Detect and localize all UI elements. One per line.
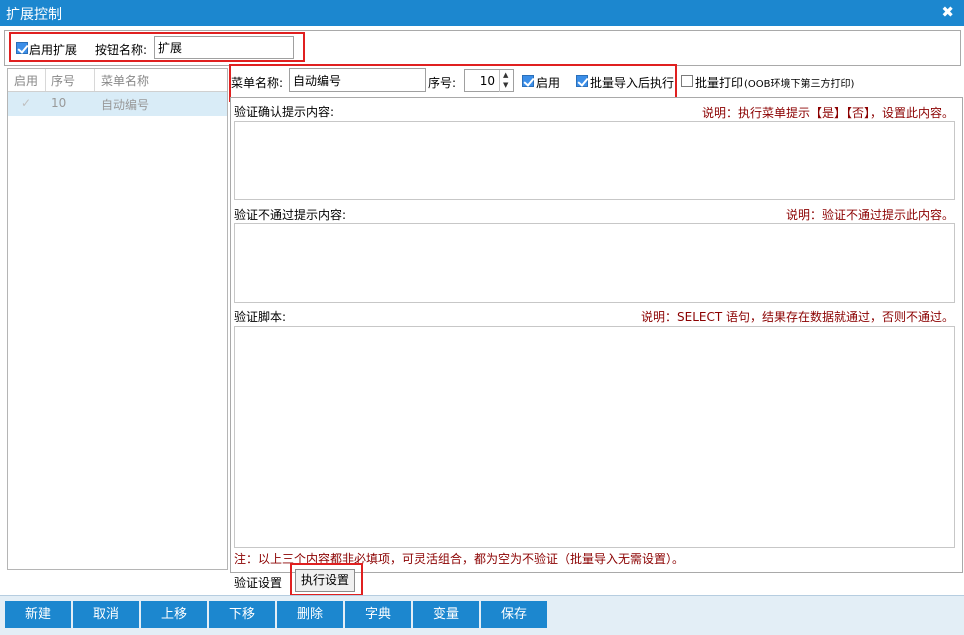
dictionary-button[interactable]: 字典 — [345, 601, 411, 628]
seq-stepper[interactable]: 10 ▲ ▼ — [464, 69, 514, 92]
cancel-button[interactable]: 取消 — [73, 601, 139, 628]
menu-list-header: 启用 序号 菜单名称 — [8, 69, 227, 92]
move-up-button[interactable]: 上移 — [141, 601, 207, 628]
tab-execute-settings[interactable]: 执行设置 — [295, 569, 355, 592]
verify-script-note: 说明：SELECT 语句，结果存在数据就通过，否则不通过。 — [641, 310, 954, 324]
enable-extension-label: 启用扩展 — [29, 43, 78, 57]
confirm-prompt-note: 说明：执行菜单提示【是】【否】，设置此内容。 — [701, 106, 954, 120]
enable-menu-checkbox[interactable] — [522, 75, 534, 87]
variable-button[interactable]: 变量 — [413, 601, 479, 628]
enable-menu-label: 启用 — [536, 76, 561, 90]
batch-print-checkbox[interactable] — [681, 75, 693, 87]
menu-name-label: 菜单名称: — [231, 76, 284, 90]
verify-settings-panel: 验证确认提示内容: 说明：执行菜单提示【是】【否】，设置此内容。 验证不通过提示… — [230, 97, 963, 573]
bottom-toolbar: 新建 取消 上移 下移 删除 字典 变量 保存 — [0, 595, 964, 635]
save-button[interactable]: 保存 — [481, 601, 547, 628]
new-button[interactable]: 新建 — [5, 601, 71, 628]
seq-spinner[interactable]: ▲ ▼ — [499, 70, 513, 92]
verify-script-label: 验证脚本: — [234, 310, 287, 324]
confirm-prompt-label: 验证确认提示内容: — [234, 105, 335, 119]
batch-import-checkbox[interactable] — [576, 75, 588, 87]
button-name-label: 按钮名称: — [95, 43, 148, 57]
seq-value: 10 — [479, 74, 495, 88]
column-header-menu-name: 菜单名称 — [101, 74, 150, 88]
batch-print-label: 批量打印 — [695, 76, 744, 90]
delete-button[interactable]: 删除 — [277, 601, 343, 628]
tab-verify-settings[interactable]: 验证设置 — [234, 574, 282, 591]
batch-print-note: (OOB环境下第三方打印) — [744, 79, 855, 90]
table-row[interactable]: ✓ 10 自动编号 — [8, 92, 227, 116]
verify-script-textarea[interactable] — [234, 326, 955, 548]
menu-name-input[interactable] — [289, 68, 426, 92]
button-name-input[interactable] — [154, 36, 294, 59]
fail-prompt-textarea[interactable] — [234, 223, 955, 303]
footer-note: 注：以上三个内容都非必填项，可灵活组合，都为空为不验证（批量导入无需设置）。 — [234, 552, 685, 566]
menu-list: 启用 序号 菜单名称 ✓ 10 自动编号 — [7, 68, 228, 570]
row-enabled-check: ✓ — [21, 96, 32, 110]
close-icon[interactable]: ✖ — [941, 3, 954, 21]
enable-extension-checkbox[interactable] — [16, 42, 28, 54]
row-menu-name: 自动编号 — [101, 98, 150, 112]
title-bar: 扩展控制 ✖ — [0, 0, 964, 26]
confirm-prompt-textarea[interactable] — [234, 121, 955, 200]
move-down-button[interactable]: 下移 — [209, 601, 275, 628]
column-header-enabled: 启用 — [14, 74, 39, 88]
fail-prompt-label: 验证不通过提示内容: — [234, 208, 347, 222]
spin-up-icon[interactable]: ▲ — [503, 71, 508, 79]
row-seq: 10 — [51, 96, 67, 110]
window-title: 扩展控制 — [6, 7, 62, 23]
column-header-seq: 序号 — [51, 74, 76, 88]
extension-toolbar: 启用扩展 按钮名称: — [4, 30, 961, 66]
batch-import-label: 批量导入后执行 — [590, 76, 675, 90]
spin-down-icon[interactable]: ▼ — [503, 81, 508, 89]
fail-prompt-note: 说明：验证不通过提示此内容。 — [785, 208, 954, 222]
seq-label: 序号: — [428, 76, 457, 90]
